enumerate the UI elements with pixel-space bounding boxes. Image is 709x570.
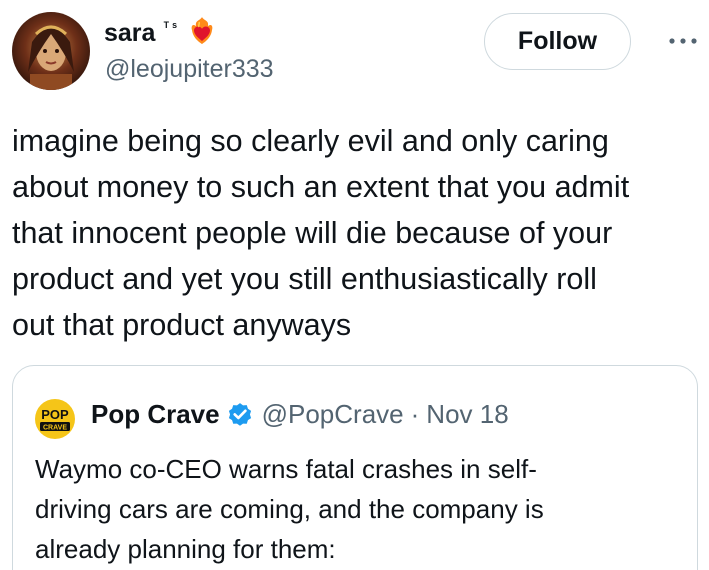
separator-dot: · [410, 398, 420, 429]
verified-badge-icon[interactable] [226, 400, 254, 428]
more-options-button[interactable] [663, 24, 703, 58]
quoted-author-handle[interactable]: @PopCrave [262, 399, 404, 430]
author-name-row: sara ᵀˢ [104, 16, 218, 50]
quoted-tweet-date[interactable]: Nov 18 [426, 399, 508, 430]
fire-heart-icon [191, 17, 213, 44]
follow-button[interactable]: Follow [484, 13, 631, 70]
quoted-tweet-text: Waymo co-CEO warns fatal crashes in self… [35, 454, 544, 564]
tweet-text: imagine being so clearly evil and only c… [12, 124, 630, 342]
quoted-tweet-card[interactable]: POP CRAVE Pop Crave @PopCrave · Nov 18 W… [12, 365, 698, 570]
quoted-tweet-header: Pop Crave @PopCrave · Nov 18 [91, 396, 509, 432]
author-handle[interactable]: @leojupiter333 [105, 55, 274, 84]
pop-crave-avatar-bottom-text: CRAVE [43, 425, 67, 432]
pop-crave-avatar-top-text: POP [41, 407, 69, 422]
quoted-author-name[interactable]: Pop Crave [91, 399, 220, 430]
more-horizontal-icon [669, 38, 697, 44]
author-name-badge: ᵀˢ [163, 18, 180, 34]
avatar[interactable] [12, 12, 90, 90]
pop-crave-avatar[interactable]: POP CRAVE [35, 399, 75, 439]
avatar-image [12, 12, 90, 90]
author-display-name[interactable]: sara [104, 19, 155, 48]
tweet: sara ᵀˢ @leojupiter333 Follow imagine be… [0, 0, 709, 570]
